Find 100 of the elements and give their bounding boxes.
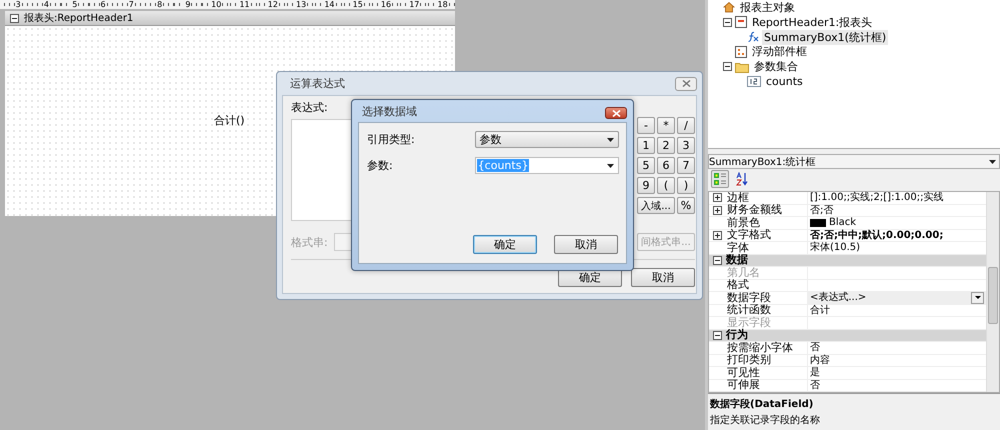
ruler-mark: 3: [14, 0, 22, 9]
collapse-icon[interactable]: [712, 256, 722, 265]
property-value[interactable]: 否: [808, 342, 986, 354]
description-title: 数据字段(DataField): [710, 397, 814, 411]
ruler-mark: 16: [380, 0, 392, 9]
close-button[interactable]: [605, 107, 627, 119]
expand-icon[interactable]: [712, 230, 722, 240]
reference-type-dropdown[interactable]: 参数: [474, 131, 619, 148]
ruler-mark: 4: [42, 0, 50, 9]
keypad-key[interactable]: -: [637, 117, 655, 134]
section-title: 报表头:ReportHeader1: [24, 12, 134, 25]
tree-item[interactable]: ReportHeader1:报表头: [750, 14, 874, 30]
insert-field-button[interactable]: 入域...: [637, 197, 675, 214]
property-value[interactable]: 内容: [808, 354, 986, 366]
caret-icon: [989, 160, 996, 164]
keypad-key[interactable]: 7: [677, 157, 695, 174]
tree-item[interactable]: 报表主对象: [738, 0, 797, 15]
property-name[interactable]: 前景色: [725, 216, 808, 229]
collapse-icon[interactable]: [712, 330, 722, 340]
parameter-icon: [747, 76, 761, 87]
dropdown-button[interactable]: [971, 292, 984, 304]
object-selector-dropdown[interactable]: SummaryBox1:统计框: [708, 154, 1000, 170]
keypad-key[interactable]: 5: [637, 157, 655, 174]
property-value[interactable]: <表达式...>: [808, 292, 986, 304]
expand-icon[interactable]: [712, 193, 722, 202]
ruler-mark: 15: [352, 0, 364, 9]
expand-icon[interactable]: [712, 206, 722, 215]
close-icon: [682, 80, 690, 87]
categorized-button[interactable]: [711, 170, 729, 188]
property-name[interactable]: 文字格式: [725, 229, 808, 242]
category-header[interactable]: 行为: [725, 329, 748, 342]
ruler-mark: 18: [436, 0, 449, 9]
property-value[interactable]: 宋体(10.5): [808, 242, 986, 254]
folder-icon: [735, 60, 749, 73]
ruler-mark: 5: [71, 0, 78, 9]
keypad-key[interactable]: ): [677, 177, 695, 194]
property-name[interactable]: 字体: [725, 242, 808, 254]
close-icon: [612, 110, 620, 116]
tree-item[interactable]: 参数集合: [752, 59, 800, 74]
scrollbar[interactable]: [986, 192, 999, 392]
property-name[interactable]: 打印类别: [725, 354, 808, 366]
caret-icon: [974, 296, 980, 300]
section-icon: [735, 16, 747, 28]
property-name[interactable]: 按需缩小字体: [725, 342, 808, 354]
ruler-mark: 12: [266, 0, 279, 9]
format-label: 格式串:: [291, 234, 328, 250]
percent-key[interactable]: %: [677, 197, 695, 214]
expression-label: 表达式:: [291, 100, 328, 115]
value-text: 否;否;中中;默认;0.00;0.00;: [810, 228, 944, 242]
tree-item[interactable]: 浮动部件框: [750, 44, 809, 60]
property-value[interactable]: Black: [808, 217, 986, 228]
keypad-key[interactable]: 9: [637, 177, 655, 194]
tree-item[interactable]: counts: [764, 74, 805, 88]
dialog-button[interactable]: 取消: [554, 235, 618, 254]
collapse-icon[interactable]: [10, 14, 19, 22]
description-text: 指定关联记录字段的名称: [710, 414, 821, 427]
property-name[interactable]: 可伸展: [725, 379, 808, 392]
property-name[interactable]: 财务金额线: [725, 204, 808, 216]
ruler-mark: 7: [128, 0, 135, 9]
value-text: <表达式...>: [810, 291, 866, 304]
dialog-button[interactable]: 确定: [473, 235, 537, 254]
categories-icon: [714, 173, 726, 186]
function-icon: [747, 30, 759, 43]
caret-icon: [607, 138, 614, 142]
value-text: 内容: [810, 354, 830, 367]
property-name[interactable]: 可见性: [725, 366, 808, 379]
summary-field[interactable]: 合计(): [214, 113, 245, 128]
property-name[interactable]: 格式: [725, 279, 808, 292]
property-value[interactable]: 是: [808, 367, 986, 378]
keypad-key[interactable]: 2: [657, 137, 675, 154]
keypad-key[interactable]: *: [657, 117, 675, 134]
ruler-mark: 9: [184, 0, 192, 9]
keypad-key[interactable]: 6: [657, 157, 675, 174]
value-text: []:1.00;;实线;2;[]:1.00;;实线: [810, 191, 944, 204]
tree-item[interactable]: SummaryBox1(统计框): [762, 30, 888, 44]
property-value[interactable]: []:1.00;;实线;2;[]:1.00;;实线: [808, 192, 986, 204]
keypad-key[interactable]: 3: [677, 137, 695, 154]
dialog-button[interactable]: 取消: [631, 268, 695, 287]
keypad-key[interactable]: (: [657, 177, 675, 194]
value-text: 合计: [810, 304, 830, 317]
property-value[interactable]: 否;否;中中;默认;0.00;0.00;: [808, 230, 986, 241]
ruler-mark: 17: [408, 0, 420, 9]
reference-type-label: 引用类型:: [367, 132, 416, 147]
ruler-mark: 10: [210, 0, 222, 9]
ruler-mark: 14: [323, 0, 336, 9]
collapse-icon[interactable]: [722, 18, 732, 27]
keypad-key[interactable]: /: [677, 117, 695, 134]
parameter-label: 参数:: [367, 158, 394, 173]
property-value[interactable]: 否: [808, 380, 986, 391]
property-name[interactable]: 统计函数: [725, 304, 808, 316]
category-header[interactable]: 数据: [725, 254, 748, 266]
property-value[interactable]: 否;否: [808, 204, 986, 216]
keypad-key[interactable]: 1: [637, 137, 655, 154]
ruler-mark: 8: [156, 0, 164, 9]
property-name[interactable]: 边框: [725, 192, 808, 204]
property-value[interactable]: 合计: [808, 304, 986, 316]
house-icon: [723, 1, 735, 14]
ruler-mark: 13: [295, 0, 308, 9]
collapse-icon[interactable]: [722, 62, 732, 72]
dialog-title: 选择数据域: [362, 104, 417, 118]
